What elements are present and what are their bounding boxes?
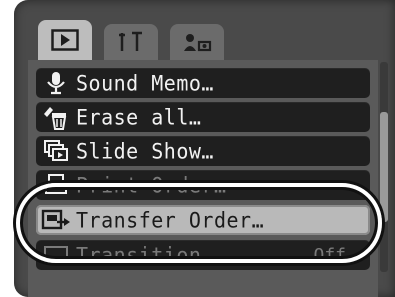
tools-icon: [116, 31, 146, 53]
transition-icon: [36, 240, 76, 270]
menu-item-label: Transfer Order…: [76, 207, 265, 233]
menu-item-label: Transition: [76, 242, 202, 268]
microphone-icon: [36, 68, 76, 98]
tab-setup[interactable]: [104, 24, 158, 60]
menu-tab-bar: [38, 20, 268, 60]
tab-my-menu[interactable]: [170, 24, 224, 60]
camera-lcd-screen: Sound Memo… Erase all… Slide Show… Print…: [14, 0, 395, 297]
menu-item-label: Erase all…: [76, 104, 202, 130]
menu-item-transfer-order[interactable]: Transfer Order…: [36, 205, 370, 235]
play-icon: [51, 29, 79, 51]
transfer-order-icon: [36, 205, 76, 235]
menu-item-value: Off: [313, 244, 346, 266]
menu-item-label: Print Order…: [76, 172, 227, 198]
scrollbar[interactable]: [380, 62, 388, 272]
slide-show-icon: [36, 136, 76, 166]
my-menu-icon: [182, 31, 212, 53]
menu-item-slide-show[interactable]: Slide Show…: [36, 136, 370, 166]
menu-item-erase-all[interactable]: Erase all…: [36, 102, 370, 132]
print-order-icon: [36, 170, 76, 200]
tab-playback[interactable]: [38, 20, 92, 60]
scrollbar-thumb[interactable]: [380, 112, 388, 222]
menu-item-print-order[interactable]: Print Order…: [36, 170, 370, 200]
menu-item-label: Sound Memo…: [76, 70, 214, 96]
erase-all-icon: [36, 102, 76, 132]
menu-item-sound-memo[interactable]: Sound Memo…: [36, 68, 370, 98]
menu-item-transition[interactable]: Transition Off: [36, 240, 370, 270]
menu-item-label: Slide Show…: [76, 138, 214, 164]
